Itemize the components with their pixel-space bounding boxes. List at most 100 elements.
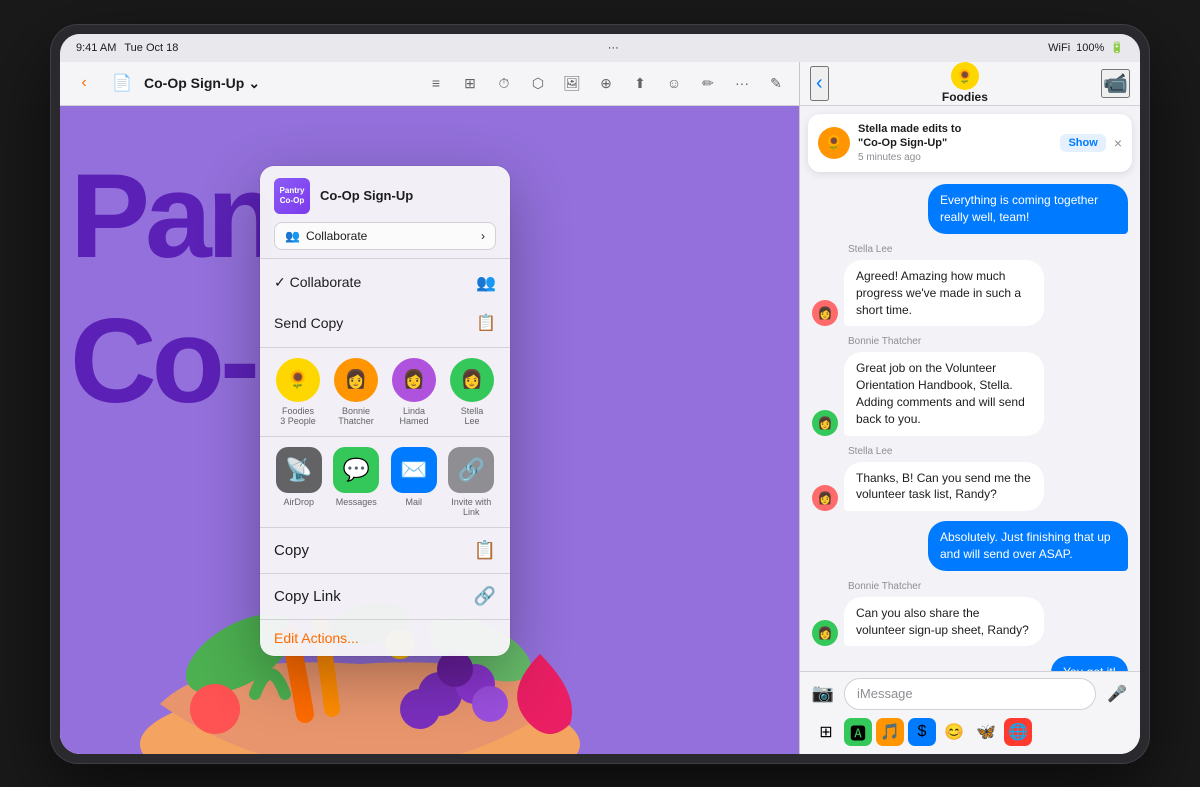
notif-close-button[interactable]: × [1114,135,1122,151]
copy-link-row[interactable]: Copy Link 🔗 [260,574,510,620]
camera-button[interactable]: 📷 [808,679,838,709]
collaborate-label: Collaborate [290,274,362,290]
collaborate-dropdown[interactable]: 👥 Collaborate › [274,222,496,250]
doc-icon-button[interactable]: 📄 [106,67,138,99]
grid-view-button[interactable]: ⊞ [455,68,485,98]
wifi-icon: WiFi [1048,42,1070,54]
person-stella[interactable]: 👩 StellaLee [450,358,494,426]
doc-title[interactable]: Co-Op Sign-Up ⌄ [144,75,260,92]
stella-sender-name2: Stella Lee [848,446,1128,457]
main-area: ‹ 📄 Co-Op Sign-Up ⌄ ≡ ⊞ ⏱ ⬡ 🖼 ⊕ [60,62,1140,754]
image-button[interactable]: 🖼 [557,68,587,98]
back-button[interactable]: ‹ [68,67,100,99]
group-avatar: 🌻 [951,62,979,90]
copy-link-label: Copy Link [274,588,341,605]
invite-link-icon: 🔗 [448,447,494,493]
copy-label: Copy [274,542,309,559]
stella-name: StellaLee [461,406,484,426]
messages-pane: ‹ 🌻 Foodies 📹 🌻 Stella made edits to"Co-… [800,62,1140,754]
collaborate-people-icon: 👥 [285,229,300,243]
notif-title: Stella made edits to"Co-Op Sign-Up" [858,123,961,149]
add-button[interactable]: ⊕ [591,68,621,98]
notif-text: Stella made edits to"Co-Op Sign-Up" 5 mi… [858,122,1052,165]
shape-button[interactable]: ⬡ [523,68,553,98]
status-time: 9:41 AM [76,42,116,54]
appstore-icon[interactable]: 🅰 [844,718,872,746]
message-input[interactable]: iMessage [844,678,1096,710]
pages-toolbar: ‹ 📄 Co-Op Sign-Up ⌄ ≡ ⊞ ⏱ ⬡ 🖼 ⊕ [60,62,799,106]
share-button[interactable]: ⬆ [625,68,655,98]
history-button[interactable]: ⏱ [489,68,519,98]
checkmark: ✓ [274,274,290,290]
people-row: 🌻 Foodies3 People 👩 BonnieThatcher 👩 Li [274,358,496,426]
bonnie-avatar-msg: 👩 [812,410,838,436]
edit-actions[interactable]: Edit Actions... [260,620,510,656]
person-foodies[interactable]: 🌻 Foodies3 People [276,358,320,426]
stella-sender-name: Stella Lee [848,244,1128,255]
title-chevron: ⌄ [248,75,260,92]
audio-icon[interactable]: 🎵 [876,718,904,746]
chat-area: Everything is coming together really wel… [800,176,1140,670]
collaborate-dropdown-label: Collaborate [306,229,367,243]
person-bonnie[interactable]: 👩 BonnieThatcher [334,358,378,426]
doc-title-text: Co-Op Sign-Up [144,75,244,91]
more-button[interactable]: ··· [727,68,757,98]
apps-row: 📡 AirDrop 💬 Messages ✉️ Mail [274,447,496,517]
app-icons-row: ⊞ 🅰 🎵 $ 😊 🦋 🌐 [808,716,1132,748]
status-date: Tue Oct 18 [124,42,178,54]
bubble-received: Thanks, B! Can you send me the volunteer… [844,462,1044,512]
contact-info: 🌻 Foodies [942,62,988,104]
more-apps-icon[interactable]: 🌐 [1004,718,1032,746]
airdrop-app[interactable]: 📡 AirDrop [276,447,322,517]
input-placeholder: iMessage [857,686,913,701]
toolbar-left: ‹ 📄 Co-Op Sign-Up ⌄ [68,67,260,99]
input-bar: 📷 iMessage 🎤 [808,678,1132,710]
stella-avatar-msg2: 👩 [812,485,838,511]
messages-back-button[interactable]: ‹ [810,66,829,101]
collaborate-options: ✓ Collaborate 👥 Send Copy 📋 [260,259,510,348]
share-doc-title: Co-Op Sign-Up [320,188,413,203]
emoji-button[interactable]: ☺ [659,68,689,98]
mic-button[interactable]: 🎤 [1102,679,1132,709]
doc-content: Pan Co- [60,106,799,754]
bubble-received: Can you also share the volunteer sign-up… [844,597,1044,647]
battery-status: 100% [1076,42,1104,54]
mail-app[interactable]: ✉️ Mail [391,447,437,517]
bubble-sent: Everything is coming together really wel… [928,184,1128,234]
collaborate-option[interactable]: ✓ Collaborate 👥 [260,263,510,303]
bubble-received: Great job on the Volunteer Orientation H… [844,352,1044,435]
airdrop-icon: 📡 [276,447,322,493]
pencil-button[interactable]: ✏ [693,68,723,98]
notif-show-button[interactable]: Show [1060,134,1105,152]
group-name: Foodies [942,90,988,104]
video-call-button[interactable]: 📹 [1101,69,1130,98]
message-row: 👩 Can you also share the volunteer sign-… [812,597,1128,647]
copy-row[interactable]: Copy 📋 [260,528,510,574]
list-view-button[interactable]: ≡ [421,68,451,98]
person-linda[interactable]: 👩 LindaHamed [392,358,436,426]
emoji-icon[interactable]: 😊 [940,718,968,746]
apps-button[interactable]: ⊞ [812,718,840,746]
send-copy-option[interactable]: Send Copy 📋 [260,303,510,343]
status-left: 9:41 AM Tue Oct 18 [76,42,178,54]
invite-link-app[interactable]: 🔗 Invite withLink [448,447,494,517]
input-area: 📷 iMessage 🎤 ⊞ 🅰 🎵 $ 😊 🦋 🌐 [800,671,1140,754]
foodies-name: Foodies3 People [280,406,316,426]
apple-cash-icon[interactable]: $ [908,718,936,746]
share-doc-thumbnail: PantryCo-Op [274,178,310,214]
messages-app[interactable]: 💬 Messages [333,447,379,517]
message-row: 👩 Agreed! Amazing how much progress we'v… [812,260,1128,326]
bubble-received: Agreed! Amazing how much progress we've … [844,260,1044,326]
status-right: WiFi 100% 🔋 [1048,41,1124,54]
edit-button[interactable]: ✎ [761,68,791,98]
collaborate-icon: 👥 [476,273,496,293]
notif-time: 5 minutes ago [858,152,921,163]
status-dots: ··· [608,42,619,54]
sticker-icon[interactable]: 🦋 [972,718,1000,746]
notification-banner: 🌻 Stella made edits to"Co-Op Sign-Up" 5 … [808,114,1132,173]
bonnie-name: BonnieThatcher [338,406,374,426]
ipad-frame: 9:41 AM Tue Oct 18 ··· WiFi 100% 🔋 ‹ 📄 [50,24,1150,764]
co-text: Co- [70,301,255,421]
messages-label: Messages [336,497,377,507]
notif-avatar: 🌻 [818,127,850,159]
